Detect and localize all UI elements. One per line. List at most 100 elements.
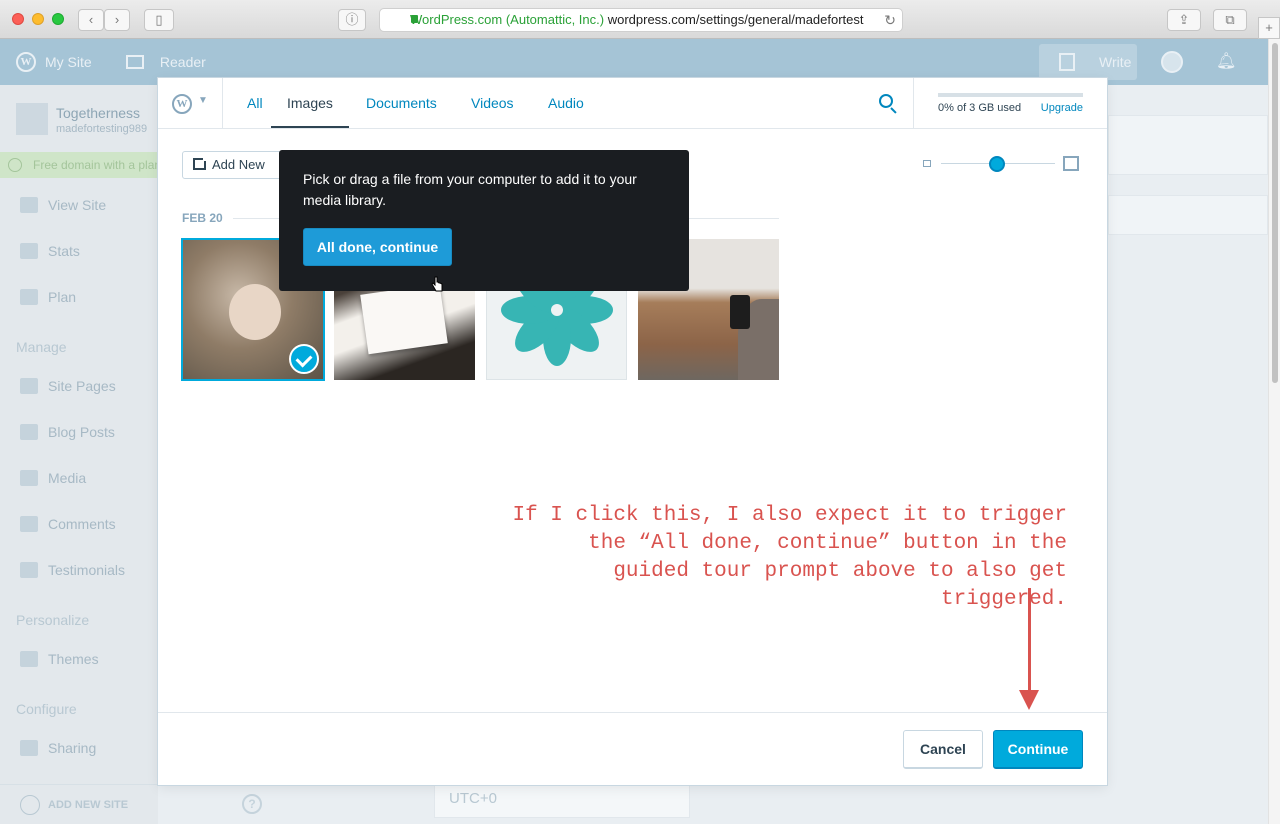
storage-progress-bar bbox=[938, 93, 1083, 97]
sidebar-item-label: Site Pages bbox=[48, 378, 116, 394]
stats-icon bbox=[20, 243, 38, 259]
sidebar-item-label: Media bbox=[48, 470, 87, 486]
write-label: Write bbox=[1099, 54, 1132, 70]
hedgehog-image bbox=[229, 284, 281, 340]
plus-circle-icon bbox=[20, 795, 40, 815]
my-site-link[interactable]: W My Site bbox=[0, 39, 110, 85]
url-secure-label: WordPress.com (Automattic, Inc.) bbox=[410, 12, 605, 27]
tab-audio[interactable]: Audio bbox=[532, 78, 600, 128]
scrollbar-thumb[interactable] bbox=[1272, 43, 1278, 383]
site-url: madefortesting989 bbox=[56, 123, 148, 135]
posts-icon bbox=[20, 424, 38, 440]
storage-usage: 0% of 3 GB used Upgrade bbox=[913, 78, 1107, 128]
sidebar-item-label: Blog Posts bbox=[48, 424, 115, 440]
sidebar-item-stats[interactable]: Stats bbox=[0, 236, 158, 266]
forward-button[interactable]: › bbox=[104, 9, 130, 31]
sidebar-item-media[interactable]: Media bbox=[0, 463, 158, 493]
back-button[interactable]: ‹ bbox=[78, 9, 104, 31]
reader-mode-icon[interactable]: ⓘ bbox=[338, 9, 366, 31]
comments-icon bbox=[20, 516, 38, 532]
sidebar-item-comments[interactable]: Comments bbox=[0, 509, 158, 539]
free-domain-banner[interactable]: Free domain with a plan bbox=[0, 152, 158, 178]
address-bar[interactable]: WordPress.com (Automattic, Inc.) wordpre… bbox=[379, 8, 903, 32]
sidebar-item-sharing[interactable]: Sharing bbox=[0, 733, 158, 763]
pages-icon bbox=[20, 378, 38, 394]
sidebar-heading-personalize: Personalize bbox=[16, 612, 90, 628]
sidebar-item-site-pages[interactable]: Site Pages bbox=[0, 371, 158, 401]
media-library-modal: W ▼ All Images Documents Videos Audio 0%… bbox=[158, 78, 1107, 785]
site-switcher[interactable]: Togetherness madefortesting989 bbox=[16, 103, 166, 143]
timezone-select[interactable]: UTC+0 bbox=[434, 780, 690, 818]
media-source-dropdown[interactable]: W ▼ bbox=[158, 78, 223, 128]
plan-icon bbox=[20, 289, 38, 305]
hand-cursor-icon bbox=[431, 276, 443, 292]
media-icon bbox=[20, 470, 38, 486]
sidebar-item-label: Testimonials bbox=[48, 562, 126, 578]
sidebar-item-label: Themes bbox=[48, 651, 99, 667]
sidebar-toggle-icon[interactable]: ▯ bbox=[144, 9, 174, 31]
write-icon bbox=[1059, 53, 1075, 71]
guided-tour-tooltip: Pick or drag a file from your computer t… bbox=[279, 150, 689, 291]
flower-image bbox=[551, 304, 563, 316]
zoom-slider-handle[interactable] bbox=[989, 156, 1005, 172]
annotation-arrow bbox=[1028, 588, 1031, 692]
search-icon[interactable] bbox=[876, 92, 900, 116]
sidebar-item-plan[interactable]: Plan bbox=[0, 282, 158, 312]
browser-chrome: ‹ › ▯ ⓘ WordPress.com (Automattic, Inc.)… bbox=[0, 0, 1280, 39]
themes-icon bbox=[20, 651, 38, 667]
help-icon[interactable]: ? bbox=[242, 794, 262, 814]
wordpress-logo-icon: W bbox=[172, 94, 192, 114]
notifications-bell-icon[interactable]: 🔔︎ bbox=[1216, 51, 1236, 71]
sidebar: Togetherness madefortesting989 Free doma… bbox=[0, 85, 158, 824]
minimize-window-button[interactable] bbox=[32, 13, 44, 25]
sidebar-item-testimonials[interactable]: Testimonials bbox=[0, 555, 158, 585]
sidebar-item-blog-posts[interactable]: Blog Posts bbox=[0, 417, 158, 447]
chevron-down-icon: ▼ bbox=[198, 95, 208, 106]
tooltip-text: Pick or drag a file from your computer t… bbox=[303, 171, 637, 208]
domain-banner-text: Free domain with a plan bbox=[33, 158, 158, 172]
wordpress-logo-icon: W bbox=[16, 52, 36, 72]
upgrade-link[interactable]: Upgrade bbox=[1041, 102, 1083, 114]
site-name: Togetherness bbox=[56, 105, 141, 121]
reader-icon bbox=[126, 55, 144, 69]
url-path: wordpress.com/settings/general/madeforte… bbox=[607, 12, 864, 27]
add-new-site-button[interactable]: ADD NEW SITE bbox=[20, 795, 128, 815]
new-tab-icon[interactable]: + bbox=[1258, 17, 1280, 39]
sidebar-item-view-site[interactable]: View Site bbox=[0, 190, 158, 220]
sidebar-item-label: Plan bbox=[48, 289, 77, 305]
add-new-button[interactable]: Add New bbox=[182, 151, 282, 179]
info-icon bbox=[8, 158, 22, 172]
notebook-image bbox=[360, 283, 448, 355]
write-button[interactable]: Write bbox=[1039, 44, 1137, 80]
reload-icon[interactable]: ↻ bbox=[884, 9, 896, 31]
small-image-icon bbox=[923, 160, 931, 167]
sidebar-item-label: Stats bbox=[48, 243, 80, 259]
quote-icon bbox=[20, 562, 38, 578]
page-scrollbar[interactable] bbox=[1268, 39, 1280, 824]
phone-image bbox=[730, 295, 750, 329]
date-group-label: FEB 20 bbox=[182, 211, 223, 225]
maximize-window-button[interactable] bbox=[52, 13, 64, 25]
add-image-icon bbox=[193, 155, 209, 170]
sidebar-footer: ADD NEW SITE bbox=[0, 784, 158, 824]
sidebar-item-label: Comments bbox=[48, 516, 116, 532]
selected-check-icon bbox=[289, 344, 319, 374]
reader-label: Reader bbox=[159, 54, 206, 70]
avatar[interactable] bbox=[1161, 51, 1183, 73]
monitor-icon bbox=[20, 197, 38, 213]
tabs-icon[interactable]: ⧉ bbox=[1213, 9, 1247, 31]
tab-images[interactable]: Images bbox=[271, 78, 349, 128]
large-image-icon bbox=[1063, 156, 1079, 171]
share-icon bbox=[20, 740, 38, 756]
lock-icon bbox=[411, 15, 418, 23]
cancel-button[interactable]: Cancel bbox=[903, 730, 983, 769]
continue-button[interactable]: Continue bbox=[993, 730, 1083, 769]
all-done-continue-button[interactable]: All done, continue bbox=[303, 228, 452, 266]
sidebar-item-themes[interactable]: Themes bbox=[0, 644, 158, 674]
modal-footer: Cancel Continue bbox=[158, 712, 1107, 785]
tab-documents[interactable]: Documents bbox=[350, 78, 453, 128]
close-window-button[interactable] bbox=[12, 13, 24, 25]
tab-videos[interactable]: Videos bbox=[455, 78, 530, 128]
annotation-line: the “All done, continue” button in the bbox=[588, 532, 1067, 555]
share-icon[interactable]: ⇪ bbox=[1167, 9, 1201, 31]
